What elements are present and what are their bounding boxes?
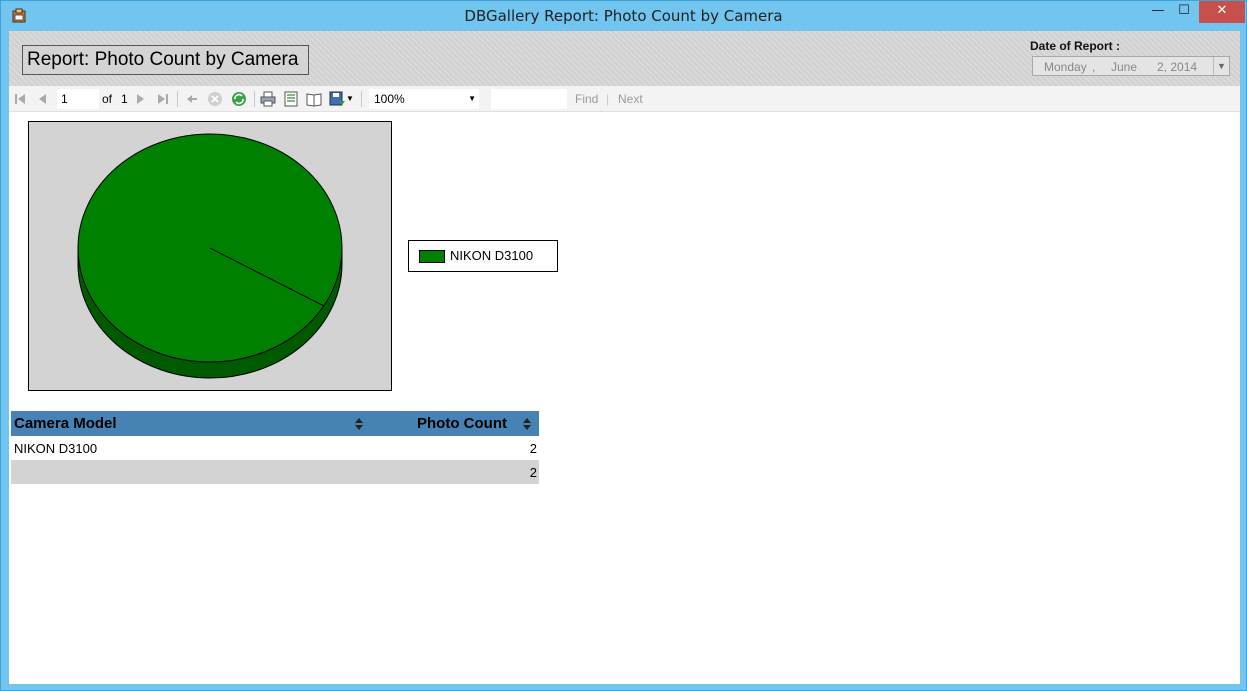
find-input[interactable]: [491, 89, 567, 109]
next-button[interactable]: Next: [618, 90, 643, 108]
minimize-button[interactable]: —: [1145, 1, 1171, 23]
close-button[interactable]: ✕: [1199, 1, 1245, 23]
print-icon[interactable]: [259, 90, 277, 108]
page-setup-icon[interactable]: [305, 90, 323, 108]
cell-camera-model: NIKON D3100: [14, 441, 98, 456]
photo-count-table: Camera Model Photo Count NIKON D3100 2 2: [11, 411, 539, 484]
report-header: Report: Photo Count by Camera Date of Re…: [9, 31, 1240, 86]
total-pages: 1: [121, 92, 128, 106]
export-icon[interactable]: [328, 90, 346, 108]
sort-icon[interactable]: [523, 418, 531, 430]
window-title: DBGallery Report: Photo Count by Camera: [464, 7, 783, 25]
maximize-button[interactable]: ☐: [1171, 1, 1197, 23]
column-header-photo-count[interactable]: Photo Count: [417, 415, 507, 432]
print-layout-icon[interactable]: [282, 90, 300, 108]
date-weekday: Monday: [1044, 60, 1087, 74]
date-picker[interactable]: Monday , June 2, 2014 ▼: [1032, 56, 1230, 76]
toolbar-separator: [361, 91, 362, 107]
back-icon[interactable]: [183, 90, 201, 108]
find-separator: |: [606, 92, 610, 106]
chevron-down-icon[interactable]: ▼: [1213, 57, 1229, 75]
date-label: Date of Report :: [1030, 39, 1120, 53]
toolbar-separator: [254, 91, 255, 107]
zoom-select[interactable]: 100% ▼: [369, 89, 479, 109]
sort-icon[interactable]: [355, 418, 363, 430]
report-window: DBGallery Report: Photo Count by Camera …: [0, 0, 1247, 691]
date-day-year: 2, 2014: [1157, 60, 1198, 74]
chevron-down-icon[interactable]: ▼: [468, 89, 476, 109]
table-row: NIKON D3100 2: [11, 436, 539, 460]
pie-chart-svg: [77, 133, 343, 379]
date-month: June: [1111, 60, 1138, 74]
stop-icon[interactable]: [206, 90, 224, 108]
previous-page-icon[interactable]: [34, 90, 52, 108]
chevron-down-icon[interactable]: ▼: [346, 90, 354, 108]
next-page-icon[interactable]: [131, 90, 149, 108]
table-total-row: 2: [11, 460, 539, 484]
cell-total-count: 2: [529, 465, 537, 480]
date-separator: ,: [1092, 60, 1096, 74]
last-page-icon[interactable]: [153, 90, 171, 108]
of-label: of: [102, 92, 113, 106]
chart-legend: NIKON D3100: [408, 240, 558, 272]
pie-chart: [28, 121, 392, 391]
table-header: Camera Model Photo Count: [11, 411, 539, 436]
legend-swatch: [419, 250, 445, 263]
zoom-value: 100%: [374, 92, 405, 106]
client-area: Report: Photo Count by Camera Date of Re…: [9, 31, 1240, 684]
toolbar-separator: [177, 91, 178, 107]
refresh-icon[interactable]: [230, 90, 248, 108]
page-number-input[interactable]: 1: [57, 89, 99, 109]
report-toolbar: 1 of 1 ▼ 100% ▼ Find | Next: [9, 86, 1240, 112]
report-body: NIKON D3100 Camera Model Photo Count NIK…: [9, 112, 1240, 684]
find-button[interactable]: Find: [575, 90, 598, 108]
first-page-icon[interactable]: [12, 90, 30, 108]
column-header-camera-model[interactable]: Camera Model: [14, 415, 117, 432]
cell-photo-count: 2: [529, 441, 537, 456]
legend-label: NIKON D3100: [450, 248, 534, 263]
report-title: Report: Photo Count by Camera: [22, 45, 309, 75]
title-bar[interactable]: DBGallery Report: Photo Count by Camera …: [1, 1, 1246, 31]
